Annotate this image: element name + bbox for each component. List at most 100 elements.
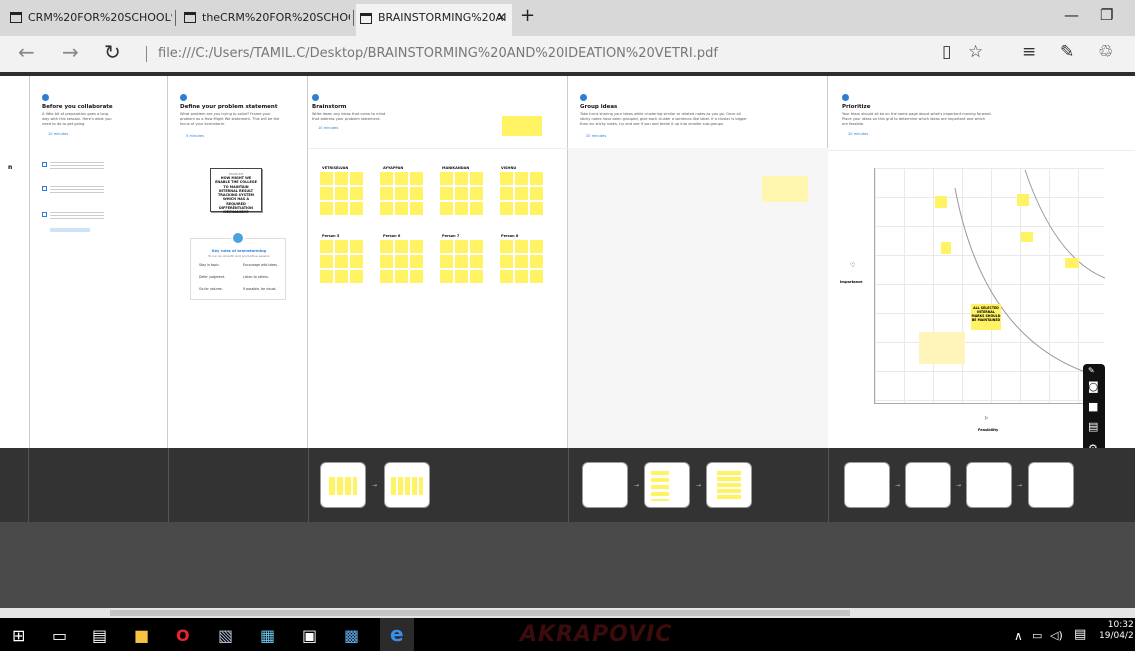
favorite-star-icon[interactable]: ☆ <box>968 42 983 62</box>
app-icon[interactable]: ▤ <box>92 626 107 645</box>
sticky-grid <box>320 240 363 283</box>
camera-icon[interactable]: ◙ <box>1088 380 1099 393</box>
divider <box>568 448 569 522</box>
pen-icon[interactable]: ✎ <box>1088 366 1095 375</box>
forward-arrow-icon[interactable]: → <box>62 40 79 64</box>
sticky-grid <box>320 172 363 215</box>
scrollbar-thumb[interactable] <box>110 610 850 616</box>
thumbnail-card <box>844 462 890 508</box>
y-axis-label: Importance <box>840 280 863 284</box>
arrow-icon: → <box>895 482 901 489</box>
open-article-link <box>50 228 90 232</box>
pdf-viewer[interactable]: n Before you collaborate A little bit of… <box>0 72 1135 618</box>
new-tab-button[interactable]: + <box>520 5 535 26</box>
minimize-button[interactable]: — <box>1064 6 1079 24</box>
file-explorer-icon[interactable]: ■ <box>134 626 149 645</box>
group-label: AYYAPPAN <box>383 166 404 170</box>
sticky-grid <box>500 172 543 215</box>
browser-tab-active[interactable]: BRAINSTORMING%20AI ✕ <box>356 4 512 36</box>
divider <box>146 46 147 62</box>
app-icon[interactable]: ▧ <box>218 626 233 645</box>
divider <box>168 448 169 522</box>
sticky-note <box>941 242 951 254</box>
panel-description: Your team should all be on the same page… <box>842 112 992 126</box>
panel-description: A little bit of preparation goes a long … <box>42 112 112 126</box>
reading-view-icon[interactable]: ▯ <box>942 42 951 62</box>
hub-menu-icon[interactable]: ≡ <box>1022 42 1036 62</box>
tab-label: CRM%20FOR%20SCHOOL% <box>28 11 172 24</box>
chevron-up-icon[interactable]: ∧ <box>1014 629 1023 643</box>
app-icon[interactable]: ▩ <box>344 626 359 645</box>
rules-card: Key rules of brainstorming To run an smo… <box>190 231 286 300</box>
panel-title: Group ideas <box>580 104 618 110</box>
close-tab-icon[interactable]: ✕ <box>497 4 506 32</box>
tab-separator <box>353 10 354 26</box>
battery-icon[interactable]: ▭ <box>1032 629 1042 642</box>
step-text <box>50 212 104 220</box>
opera-icon[interactable]: O <box>176 626 190 645</box>
thumbnail-card <box>384 462 430 508</box>
browser-tab[interactable]: CRM%20FOR%20SCHOOL% <box>6 6 172 30</box>
panel-title: Brainstorm <box>312 104 347 110</box>
checkbox <box>42 212 47 217</box>
tip-note <box>502 116 542 136</box>
volume-icon[interactable]: ◁) <box>1050 629 1063 642</box>
store-icon[interactable]: ▣ <box>302 626 317 645</box>
video-icon[interactable]: ■ <box>1088 400 1098 413</box>
sticky-grid <box>440 172 483 215</box>
step-text <box>50 186 104 194</box>
notification-icon[interactable]: ▤ <box>1074 627 1086 642</box>
thumbnail-card <box>582 462 628 508</box>
highlight-note: ALL SELECTED INTERNAL MARKS SHOULD BE MA… <box>971 304 1001 330</box>
back-arrow-icon[interactable]: ← <box>18 40 35 64</box>
tip-note <box>762 176 808 202</box>
sticky-grid <box>440 240 483 283</box>
share-icon[interactable]: ♲ <box>1098 42 1113 62</box>
thumbnail-card <box>706 462 752 508</box>
restore-button[interactable]: ❐ <box>1100 6 1113 24</box>
group-label: MANIKANDAN <box>442 166 470 170</box>
rule-item: Stay in topic. <box>199 263 220 267</box>
heart-icon: ♡ <box>850 262 856 269</box>
checkbox <box>42 186 47 191</box>
browser-tab[interactable]: theCRM%20FOR%20SCHOO <box>180 6 350 30</box>
clock-date: 19/04/2 <box>1099 631 1134 641</box>
sticky-grid <box>380 172 423 215</box>
wallpaper-brand-text: AKRAPOVIC <box>520 622 673 647</box>
tip-note <box>919 332 965 364</box>
panel-description: Write down any ideas that come to mind t… <box>312 112 386 121</box>
step-icon <box>842 94 849 101</box>
edge-browser-icon[interactable]: e <box>390 622 404 646</box>
flag-icon: ⚐ <box>984 416 989 422</box>
problem-statement: HOW MIGHT WE ENABLE THE COLLEGE TO MAINT… <box>215 176 257 215</box>
panel-offscreen: n <box>0 76 30 448</box>
thumbnail-card <box>320 462 366 508</box>
rule-item: Encourage wild ideas. <box>243 263 278 267</box>
sticky-note <box>935 196 947 208</box>
thumbnail-card <box>905 462 951 508</box>
rule-item: If possible, be visual. <box>243 287 277 291</box>
tab-page-icon <box>10 12 22 23</box>
url-field[interactable]: file:///C:/Users/TAMIL.C/Desktop/BRAINST… <box>158 46 718 61</box>
grid-curves <box>954 169 1105 379</box>
taskbar-clock[interactable]: 10:32 19/04/2 <box>1099 620 1134 642</box>
refresh-icon[interactable]: ↻ <box>104 40 121 64</box>
rules-title: Key rules of brainstorming <box>211 249 267 253</box>
horizontal-scrollbar[interactable] <box>0 608 1135 618</box>
app-icon[interactable]: ▦ <box>260 626 275 645</box>
web-note-icon[interactable]: ✎ <box>1060 42 1074 62</box>
arrow-icon: → <box>634 482 640 489</box>
thumbnail-card <box>966 462 1012 508</box>
task-view-icon[interactable]: ▭ <box>52 626 67 645</box>
time-label: 10 minutes <box>48 132 69 136</box>
start-windows-icon[interactable]: ⊞ <box>12 626 25 645</box>
time-label: 20 minutes <box>848 132 869 136</box>
checkbox <box>42 162 47 167</box>
address-bar: ← → ↻ file:///C:/Users/TAMIL.C/Desktop/B… <box>0 36 1135 72</box>
divider <box>308 148 568 149</box>
time-label: 10 minutes <box>318 126 339 130</box>
rule-item: Go for volume. <box>199 287 223 291</box>
gallery-icon[interactable]: ▤ <box>1088 420 1098 433</box>
panel-title: Before you collaborate <box>42 104 113 110</box>
sticky-note <box>1021 232 1033 242</box>
